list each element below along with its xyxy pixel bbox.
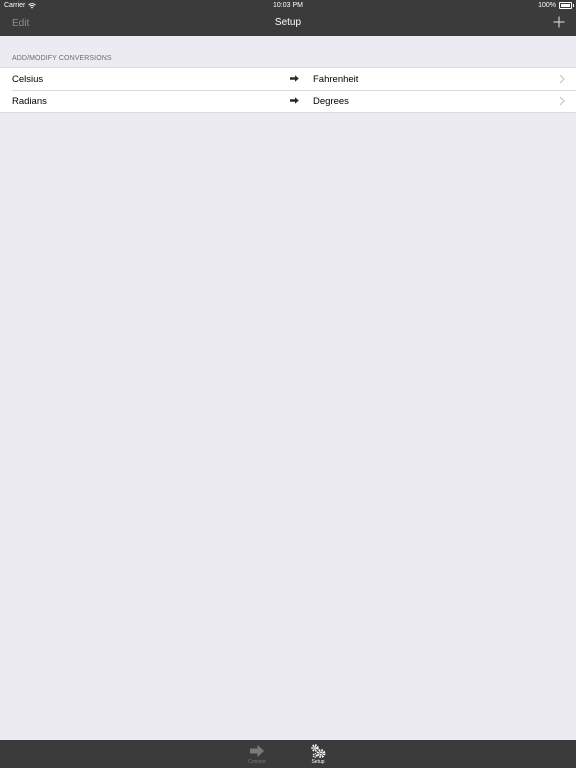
tab-bar: Convert Setup [0,740,576,768]
arrow-right-icon [290,97,299,104]
chevron-right-icon [559,74,565,84]
battery-icon [559,2,574,9]
tab-label: Convert [248,759,266,765]
navigation-bar: Edit Setup [0,12,576,36]
tab-label: Setup [311,759,325,765]
status-time: 10:03 PM [273,2,303,9]
section-header: ADD/MODIFY CONVERSIONS [12,55,112,62]
from-unit-label: Radians [12,96,47,107]
page-title: Setup [274,17,302,28]
gears-icon [311,744,326,758]
tab-setup[interactable]: Setup [298,740,338,768]
to-unit-label: Fahrenheit [313,74,359,85]
from-unit-label: Celsius [12,74,44,85]
arrow-right-icon [250,745,264,757]
list-item[interactable]: Celsius Fahrenheit [0,68,576,90]
tab-convert[interactable]: Convert [237,740,277,768]
conversions-list: Celsius Fahrenheit Radians Degrees [0,67,576,113]
list-item[interactable]: Radians Degrees [0,90,576,112]
arrow-right-icon [290,75,299,82]
plus-icon[interactable] [552,15,566,29]
battery-info: 100% [538,2,574,9]
top-bar: Carrier 10:03 PM 100% Edit Setup [0,0,576,36]
chevron-right-icon [559,96,565,106]
to-unit-label: Degrees [313,96,349,107]
battery-percent: 100% [538,2,556,9]
status-bar: Carrier 10:03 PM 100% [0,0,576,12]
